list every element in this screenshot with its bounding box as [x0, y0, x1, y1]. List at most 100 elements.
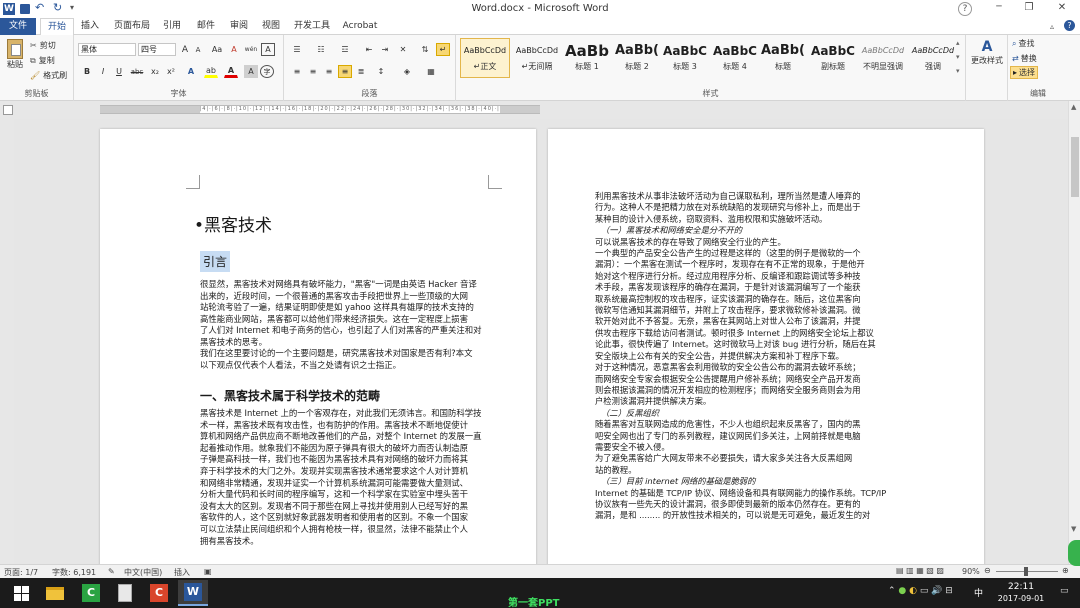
zoom-in-icon[interactable]: ⊕: [1062, 566, 1069, 575]
italic-button[interactable]: I: [96, 65, 110, 78]
tab-page-layout[interactable]: 页面布局: [110, 18, 154, 35]
page-2-body[interactable]: 利用黑客技术从事非法破坏活动为自己谋取私利，理所当然是遭人唾弃的 行为。这种人不是…: [595, 191, 886, 522]
justify-icon[interactable]: ≡: [338, 65, 352, 78]
scroll-up-arrow[interactable]: ▲: [1071, 103, 1076, 111]
multilevel-list-icon[interactable]: ☲: [338, 43, 352, 56]
subscript-button[interactable]: x₂: [148, 65, 162, 78]
align-right-icon[interactable]: ≡: [322, 65, 336, 78]
char-border-icon[interactable]: A: [261, 43, 275, 56]
font-color-icon[interactable]: A: [224, 65, 238, 78]
align-left-icon[interactable]: ≡: [290, 65, 304, 78]
sort-icon[interactable]: ⇅: [418, 43, 432, 56]
paste-button[interactable]: 粘贴: [4, 39, 26, 79]
zoom-level[interactable]: 90%: [962, 567, 980, 576]
horizontal-ruler[interactable]: |12|·|10|·|8|·|6|·|4|·|2|·|·|2|·|4|·|6|·…: [0, 101, 1080, 119]
tab-developer[interactable]: 开发工具: [292, 18, 332, 35]
help-button[interactable]: ?: [958, 2, 972, 16]
view-buttons[interactable]: ▤ ▥ ▦ ▧ ▨: [896, 566, 944, 575]
distribute-icon[interactable]: ≣: [354, 65, 368, 78]
show-marks-icon[interactable]: ↵: [436, 43, 450, 56]
style-heading-1[interactable]: AaBb 标题 1: [562, 38, 612, 78]
close-button[interactable]: ✕: [1048, 2, 1076, 13]
language[interactable]: 中文(中国): [124, 567, 162, 578]
font-size-combo[interactable]: 四号: [138, 43, 176, 56]
clock-time[interactable]: 22:11: [1000, 582, 1042, 592]
section-heading-1[interactable]: 一、黑客技术属于科学技术的范畴: [200, 387, 380, 404]
zoom-slider-thumb[interactable]: [1024, 567, 1028, 576]
red-app-icon[interactable]: C: [144, 580, 174, 606]
document-area[interactable]: •黑客技术 引言 很显然，黑客技术对网络具有破坏能力，"黑客"一词是由英语 Ha…: [14, 119, 1068, 564]
copy-button[interactable]: ⧉ 复制: [30, 55, 55, 66]
char-shading-icon[interactable]: A: [244, 65, 258, 78]
tab-selector[interactable]: [3, 105, 13, 115]
change-case-button[interactable]: Aa: [210, 43, 224, 56]
superscript-button[interactable]: x²: [164, 65, 178, 78]
bold-button[interactable]: B: [80, 65, 94, 78]
bullets-icon[interactable]: ☰: [290, 43, 304, 56]
vertical-ruler[interactable]: [0, 119, 14, 564]
tab-file[interactable]: 文件: [0, 18, 36, 35]
start-button[interactable]: [6, 580, 36, 606]
help-icon[interactable]: ?: [1064, 20, 1075, 31]
document-app-icon[interactable]: [110, 580, 140, 606]
macro-icon[interactable]: ▣: [204, 567, 212, 576]
intro-heading[interactable]: 引言: [200, 251, 231, 272]
style-emphasis[interactable]: AaBbCcDd 强调: [908, 38, 958, 78]
para-1[interactable]: 很显然，黑客技术对网络具有破坏能力，"黑客"一词是由英语 Hacker 音译 出…: [200, 279, 481, 371]
select-button[interactable]: ▸ 选择: [1010, 66, 1039, 79]
tab-home[interactable]: 开始: [40, 18, 74, 36]
page-2[interactable]: 利用黑客技术从事非法破坏活动为自己谋取私利，理所当然是遭人唾弃的 行为。这种人不是…: [548, 129, 984, 564]
style-subtitle[interactable]: AaBbC 副标题: [808, 38, 858, 78]
tab-insert[interactable]: 插入: [76, 18, 104, 35]
word-count[interactable]: 字数: 6,191: [52, 567, 96, 578]
scroll-thumb[interactable]: [1071, 137, 1079, 197]
font-name-combo[interactable]: 黑体: [78, 43, 136, 56]
minimize-button[interactable]: ─: [985, 2, 1013, 12]
styles-scroll-down[interactable]: ▾: [956, 53, 960, 61]
style-heading-2[interactable]: AaBb(标题 2: [612, 38, 662, 78]
underline-button[interactable]: U: [112, 65, 126, 78]
tab-review[interactable]: 审阅: [225, 18, 253, 35]
style-title[interactable]: AaBb(标题: [758, 38, 808, 78]
style-no-spacing[interactable]: AaBbCcDd ↵无间隔: [512, 38, 562, 78]
format-painter-button[interactable]: 🖌 格式刷: [30, 70, 67, 81]
cut-button[interactable]: ✂ 剪切: [30, 40, 56, 51]
increase-indent-icon[interactable]: ⇥: [378, 43, 392, 56]
collapse-ribbon-icon[interactable]: ▵: [1050, 22, 1054, 31]
style-heading-4[interactable]: AaBbC 标题 4: [710, 38, 760, 78]
tray-icons[interactable]: ⌃ ● ◐ ▭ 🔊 ⊟: [888, 586, 953, 596]
insert-mode[interactable]: 插入: [174, 567, 190, 578]
shrink-font-button[interactable]: A: [191, 43, 205, 56]
grow-font-button[interactable]: A: [178, 43, 192, 56]
change-styles-button[interactable]: A 更改样式: [969, 39, 1005, 66]
style-heading-3[interactable]: AaBbC 标题 3: [660, 38, 710, 78]
page-1[interactable]: •黑客技术 引言 很显然，黑客技术对网络具有破坏能力，"黑客"一词是由英语 Ha…: [100, 129, 536, 564]
replace-button[interactable]: ⇄ 替换: [1012, 53, 1037, 64]
proofing-icon[interactable]: ✎: [108, 567, 115, 576]
styles-more[interactable]: ▾: [956, 67, 960, 75]
restore-button[interactable]: ❐: [1015, 2, 1043, 13]
shading-icon[interactable]: ◈: [400, 65, 414, 78]
text-effect-icon[interactable]: A: [184, 65, 198, 78]
enclose-char-icon[interactable]: 字: [260, 65, 274, 78]
green-app-icon[interactable]: C: [76, 580, 106, 606]
scroll-down-arrow[interactable]: ▼: [1071, 525, 1076, 533]
decrease-indent-icon[interactable]: ⇤: [362, 43, 376, 56]
borders-icon[interactable]: ▦: [424, 65, 438, 78]
clear-format-icon[interactable]: A: [227, 43, 241, 56]
tab-references[interactable]: 引用: [158, 18, 186, 35]
clock-date[interactable]: 2017-09-01: [990, 594, 1052, 603]
chinese-layout-icon[interactable]: ✕: [396, 43, 410, 56]
doc-title[interactable]: •黑客技术: [194, 211, 272, 236]
tab-view[interactable]: 视图: [257, 18, 285, 35]
tab-mailings[interactable]: 邮件: [192, 18, 220, 35]
numbering-icon[interactable]: ☷: [314, 43, 328, 56]
zoom-out-icon[interactable]: ⊖: [984, 566, 991, 575]
find-button[interactable]: ⌕ 查找: [1012, 38, 1034, 49]
page-count[interactable]: 页面: 1/7: [4, 567, 38, 578]
word-taskbar-icon[interactable]: W: [178, 580, 208, 606]
tab-acrobat[interactable]: Acrobat: [340, 18, 380, 35]
file-explorer-icon[interactable]: [40, 580, 70, 606]
phonetic-guide-icon[interactable]: wén: [244, 43, 258, 56]
styles-scroll-up[interactable]: ▴: [956, 39, 960, 47]
